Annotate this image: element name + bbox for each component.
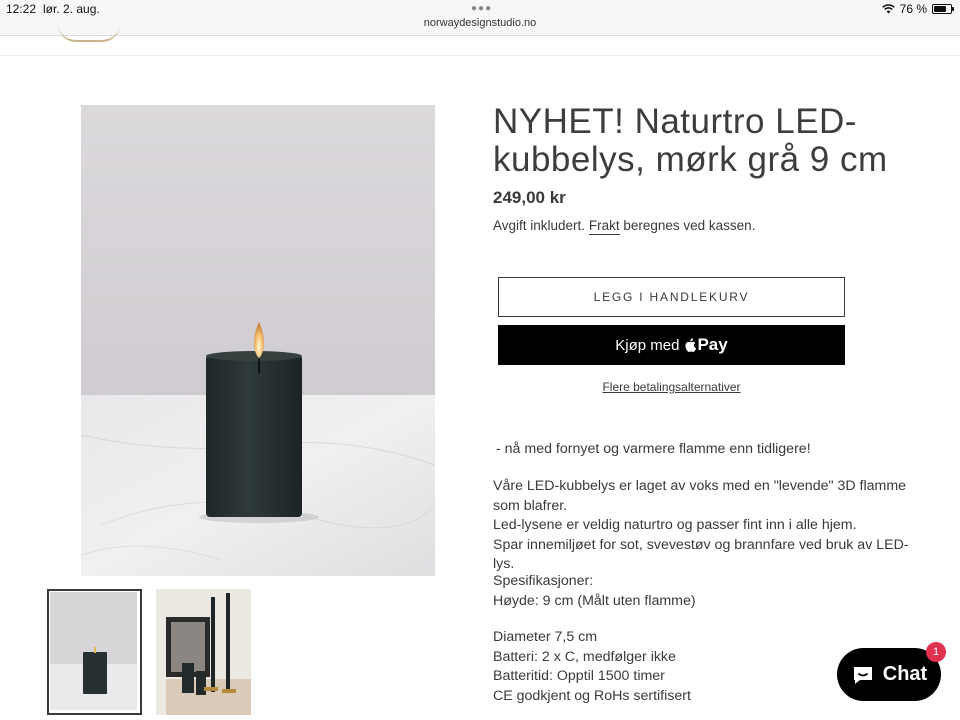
description-intro: - nå med fornyet og varmere flamme enn t…	[496, 441, 811, 457]
more-payment-options-link[interactable]: Flere betalingsalternativer	[498, 380, 845, 394]
apple-icon	[685, 338, 697, 352]
spec-heading: Spesifikasjoner:	[493, 573, 594, 589]
tax-prefix: Avgift inkludert.	[493, 218, 586, 233]
spec-diameter: Diameter 7,5 cm	[493, 629, 598, 645]
multitasking-dots-icon[interactable]: ●●●	[471, 3, 492, 14]
chat-label: Chat	[882, 663, 928, 685]
shipping-link[interactable]: Frakt	[588, 218, 620, 235]
product-main-image[interactable]	[81, 105, 435, 576]
apple-pay-button[interactable]: Kjøp med Pay	[498, 325, 845, 365]
chat-notification-badge: 1	[926, 642, 946, 662]
chat-button[interactable]: Chat	[837, 648, 941, 701]
address-bar-url[interactable]: norwaydesignstudio.no	[0, 17, 960, 29]
product-title: NYHET! Naturtro LED-kubbelys, mørk grå 9…	[493, 102, 888, 179]
apple-pay-logo: Pay	[684, 335, 728, 355]
apple-pay-text: Pay	[697, 335, 728, 354]
description-line: Spar innemiljøet for sot, svevestøv og b…	[493, 536, 909, 573]
specifications-block: Spesifikasjoner: Høyde: 9 cm (Målt uten …	[493, 572, 923, 611]
buy-with-label: Kjøp med	[615, 336, 680, 354]
site-header	[0, 36, 960, 56]
description-line: Våre LED-kubbelys er laget av voks med e…	[493, 478, 907, 514]
tax-shipping-note: Avgift inkludert. Frakt beregnes ved kas…	[493, 218, 756, 235]
status-date: lør. 2. aug.	[43, 2, 100, 16]
wifi-icon	[881, 4, 895, 14]
status-indicators: 76 %	[881, 2, 954, 16]
status-time: 12:22	[6, 2, 37, 16]
product-thumbnail-2[interactable]	[156, 589, 251, 715]
description-paragraph: Våre LED-kubbelys er laget av voks med e…	[493, 477, 923, 575]
site-logo[interactable]	[58, 24, 120, 42]
add-to-cart-button[interactable]: LEGG I HANDLEKURV	[498, 277, 845, 317]
description-line: Led-lysene er veldig naturtro og passer …	[493, 517, 857, 533]
chat-bubble-icon	[853, 666, 872, 684]
tax-suffix: beregnes ved kassen.	[623, 218, 756, 233]
spec-height: Høyde: 9 cm (Målt uten flamme)	[493, 592, 696, 609]
product-thumbnail-1[interactable]	[47, 589, 142, 715]
battery-percent: 76 %	[899, 2, 927, 16]
product-price: 249,00 kr	[493, 188, 566, 207]
battery-icon	[932, 4, 954, 14]
status-bar: 12:22 lør. 2. aug. ●●● norwaydesignstudi…	[0, 0, 960, 36]
